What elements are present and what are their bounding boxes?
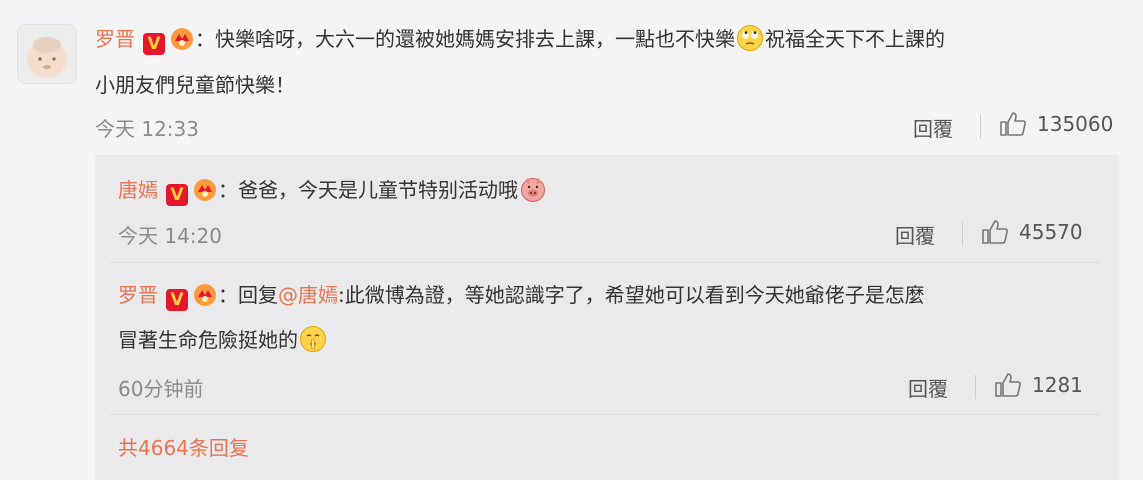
reply-1-body: 爸爸，今天是儿童节特别活动哦 (238, 178, 518, 202)
reply-divider (110, 262, 1100, 263)
comment-like-count: 135060 (1037, 112, 1114, 136)
level-badge-icon (192, 283, 218, 307)
reply-2-prefix: 回复 (238, 283, 278, 307)
verified-badge-icon: V (143, 33, 165, 55)
reply-1-text: 唐嫣 V ：爸爸，今天是儿童节特别活动哦 (118, 175, 548, 206)
comment-reply-button[interactable]: 回覆 (913, 113, 953, 142)
avatar[interactable] (17, 24, 77, 84)
thumbs-up-icon (1000, 112, 1026, 136)
comment-body-b: 祝福全天下不上課的 (765, 27, 945, 51)
reply-2-like-button[interactable]: 1281 (994, 372, 1083, 398)
comment-text-line2: 小朋友們兒童節快樂！ (95, 73, 295, 97)
reply-1-username[interactable]: 唐嫣 (118, 178, 158, 202)
reply-2-mention-link[interactable]: @唐嫣 (278, 283, 338, 307)
reply-2-body-line1: :此微博為證，等她認識字了，希望她可以看到今天她爺佬子是怎麼 (338, 283, 925, 307)
level-badge-icon (169, 27, 195, 51)
divider (980, 115, 981, 139)
reply-2-username[interactable]: 罗晋 (118, 283, 158, 307)
reply-1-like-count: 45570 (1019, 220, 1083, 244)
verified-badge-icon: V (166, 184, 188, 206)
reply-2-colon: ： (218, 283, 238, 307)
comment-timestamp: 今天 12:33 (95, 117, 199, 141)
verified-badge-icon: V (166, 289, 188, 311)
thumbs-up-icon (982, 220, 1008, 244)
reply-2-like-count: 1281 (1032, 373, 1083, 397)
reply-1-colon: ： (218, 178, 238, 202)
reply-divider (110, 414, 1100, 415)
reply-2-text-line1: 罗晋 V ：回复@唐嫣:此微博為證，等她認識字了，希望她可以看到今天她爺佬子是怎麼 (118, 280, 925, 311)
comment-username[interactable]: 罗晋 (95, 27, 135, 51)
reply-2-timestamp: 60分钟前 (118, 377, 204, 401)
reply-1-like-button[interactable]: 45570 (981, 219, 1083, 245)
comment-body-a: 快樂啥呀，大六一的還被她媽媽安排去上課，一點也不快樂 (215, 27, 735, 51)
pig-face-emoji-icon (519, 175, 547, 203)
thumbs-up-icon (995, 373, 1021, 397)
level-badge-icon (192, 178, 218, 202)
reply-1-timestamp: 今天 14:20 (118, 224, 222, 248)
divider (975, 375, 976, 399)
divider (962, 222, 963, 246)
comment-like-button[interactable]: 135060 (999, 111, 1113, 137)
shush-emoji-icon (299, 325, 327, 353)
rolling-eyes-emoji-icon (736, 24, 764, 52)
comment-text-line1: 罗晋 V ：快樂啥呀，大六一的還被她媽媽安排去上課，一點也不快樂 祝福全天下不上課的 (95, 24, 945, 55)
baby-avatar-image (18, 25, 76, 83)
more-replies-link[interactable]: 共4664条回复 (118, 432, 249, 461)
reply-2-reply-button[interactable]: 回覆 (908, 373, 948, 402)
reply-2-text-line2: 冒著生命危險挺她的 (118, 325, 328, 355)
reply-2-body-line2: 冒著生命危險挺她的 (118, 328, 298, 352)
comment-colon: ： (195, 27, 215, 51)
reply-1-reply-button[interactable]: 回覆 (895, 220, 935, 249)
